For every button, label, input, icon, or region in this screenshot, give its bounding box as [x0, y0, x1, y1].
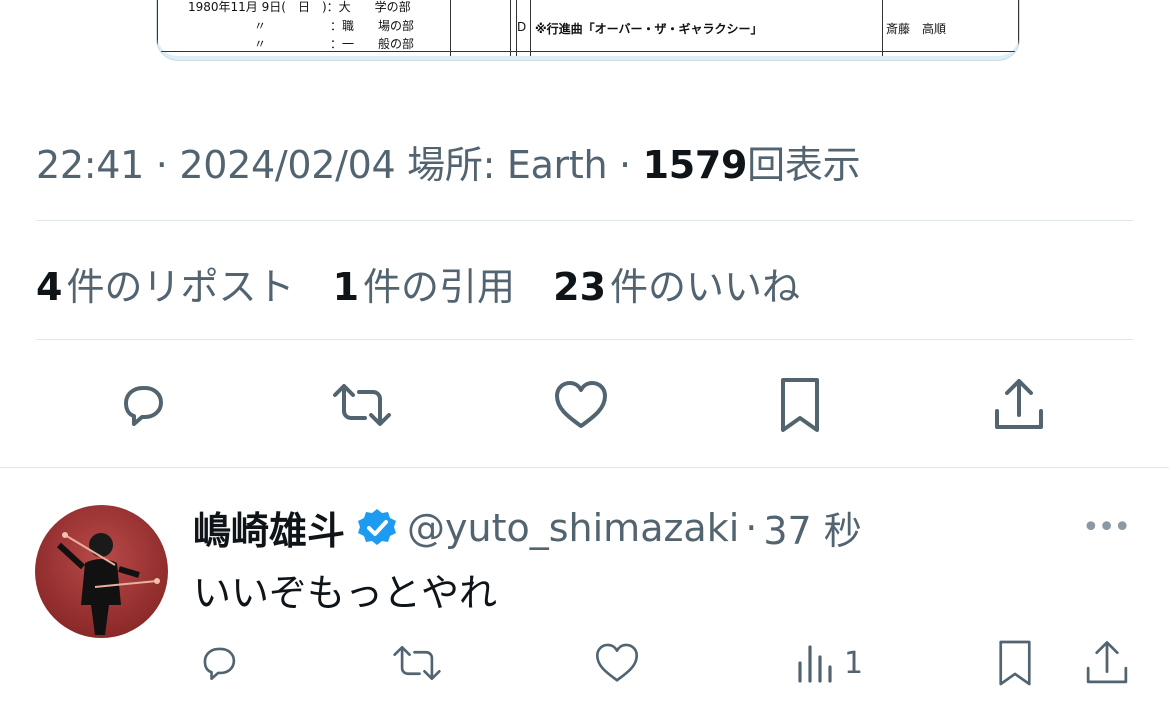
reply-icon	[203, 647, 236, 681]
engagement-stats: 4 件のリポスト 1 件の引用 23 件のいいね	[36, 256, 826, 311]
reply-header: 嶋崎雄斗 @yuto_shimazaki · 37 秒	[193, 500, 862, 555]
more-icon[interactable]: •••	[1082, 510, 1131, 545]
quotes-stat[interactable]: 1 件の引用	[333, 256, 515, 311]
share-icon	[1086, 641, 1128, 684]
likes-label: 件のいいね	[610, 265, 801, 309]
tweet-metadata: 22:41 · 2024/02/04 場所: Earth · 1579回表示	[36, 134, 861, 189]
repost-button[interactable]	[329, 374, 395, 436]
reply-view-count: 1	[844, 645, 864, 681]
like-icon	[555, 381, 607, 428]
quotes-count: 1	[332, 265, 360, 309]
views-count: 1579	[642, 143, 748, 187]
bookmark-icon	[781, 378, 819, 432]
table-bottom-border	[158, 51, 1018, 52]
reply-button[interactable]	[112, 374, 174, 436]
table-divider	[882, 0, 883, 56]
doc-ditto: 〃	[254, 37, 267, 51]
reposts-count: 4	[36, 265, 63, 309]
quotes-label: 件の引用	[363, 265, 516, 309]
doc-category: ：職 場の部	[330, 19, 415, 33]
separator: ·	[619, 143, 643, 187]
repost-icon	[393, 645, 441, 681]
tweet-date[interactable]: 2024/02/04	[179, 143, 395, 187]
doc-category: ：一 般の部	[330, 37, 415, 51]
avatar-photo	[56, 532, 160, 635]
divider	[0, 467, 1169, 468]
reply-text: いいぞもっとやれ	[193, 571, 498, 615]
attached-image[interactable]: 1980年11月 9日( 日 )：大 学の部 〃 ：職 場の部 〃 ：一 般の部…	[156, 0, 1020, 61]
reply-icon	[124, 386, 163, 426]
bookmark-button[interactable]	[992, 636, 1038, 690]
user-handle[interactable]: @yuto_shimazaki	[407, 506, 739, 550]
doc-composer: 斎藤 高順	[886, 22, 947, 36]
reply-time[interactable]: 37 秒	[763, 500, 861, 555]
doc-ditto: 〃	[254, 19, 267, 33]
share-button[interactable]	[1082, 636, 1132, 690]
reply-button[interactable]	[194, 638, 244, 688]
bookmark-icon	[999, 640, 1031, 686]
separator: ·	[155, 143, 180, 187]
table-divider	[530, 0, 531, 56]
likes-stat[interactable]: 23 件のいいね	[553, 256, 800, 311]
tweet-time[interactable]: 22:41	[36, 143, 144, 187]
likes-count: 23	[553, 265, 607, 309]
tweet-location: 場所: Earth	[407, 143, 608, 187]
separator: ·	[745, 505, 758, 550]
like-button[interactable]	[550, 374, 612, 436]
doc-code: D	[517, 20, 527, 34]
table-divider	[450, 0, 451, 56]
reposts-label: 件のリポスト	[66, 265, 295, 309]
repost-button[interactable]	[388, 638, 446, 688]
bookmark-button[interactable]	[772, 374, 828, 436]
verified-badge-icon	[358, 508, 397, 545]
doc-row-date: 1980年11月 9日( 日 )：大 学の部	[188, 0, 411, 14]
views-label: 回表示	[747, 143, 861, 187]
share-button[interactable]	[990, 374, 1048, 436]
table-divider	[510, 0, 511, 56]
like-icon	[595, 643, 639, 682]
analytics-icon	[798, 645, 832, 683]
like-button[interactable]	[592, 638, 642, 688]
analytics-button[interactable]: 1	[794, 638, 884, 688]
avatar[interactable]	[35, 505, 168, 638]
divider	[36, 339, 1133, 340]
document-table: 1980年11月 9日( 日 )：大 学の部 〃 ：職 場の部 〃 ：一 般の部…	[157, 0, 1019, 56]
reposts-stat[interactable]: 4 件のリポスト	[36, 256, 294, 311]
divider	[36, 220, 1133, 221]
display-name[interactable]: 嶋崎雄斗	[193, 500, 345, 555]
doc-piece-title: ※行進曲「オーバー・ザ・ギャラクシー」	[535, 22, 763, 36]
repost-icon	[333, 384, 391, 426]
share-icon	[995, 379, 1043, 429]
